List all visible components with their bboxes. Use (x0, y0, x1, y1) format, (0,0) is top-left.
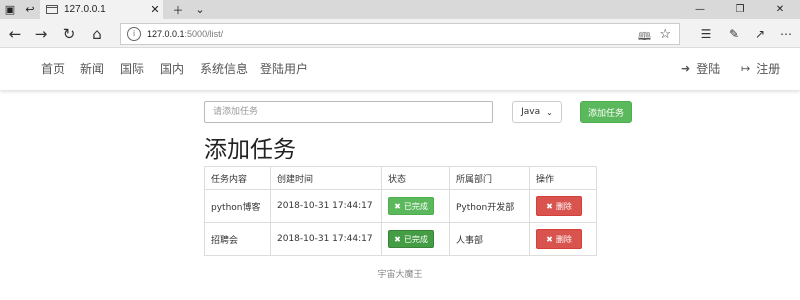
site-info-icon[interactable]: i (127, 27, 141, 41)
nav-home[interactable]: 首页 (41, 60, 65, 77)
table-row: python博客 2018-10-31 17:44:17 ✖ 已完成 Pytho… (204, 189, 597, 223)
cell-content: 招聘会 (204, 222, 271, 256)
set-aside-tabs-icon[interactable]: ↩ (20, 0, 40, 19)
cell-content: python博客 (204, 189, 271, 223)
page-favicon-icon (46, 5, 58, 14)
footer-text: 宇宙大魔王 (377, 270, 423, 280)
cell-created: 2018-10-31 17:44:17 (270, 189, 382, 223)
tab-preview-icon[interactable]: ▣ (0, 0, 20, 19)
col-header-action: 操作 (529, 166, 597, 190)
department-selected-value: Java (521, 107, 541, 117)
col-header-dept: 所属部门 (449, 166, 530, 190)
status-done-button[interactable]: ✖ 已完成 (388, 230, 434, 248)
favorite-star-icon[interactable]: ☆ (659, 26, 671, 42)
window-close-icon[interactable]: ✕ (760, 0, 800, 19)
cell-status: ✖ 已完成 (381, 222, 450, 256)
register-label: 注册 (756, 62, 781, 76)
x-icon: ✖ (394, 201, 401, 211)
nav-news[interactable]: 新闻 (80, 60, 104, 77)
favorites-hub-icon[interactable]: ☰ (696, 24, 716, 44)
task-input[interactable]: 请添加任务 (204, 101, 493, 123)
login-label: 登陆 (696, 62, 721, 76)
table-row: 招聘会 2018-10-31 17:44:17 ✖ 已完成 人事部 ✖ 删除 (204, 222, 597, 256)
tab-list-chevron-icon[interactable]: ⌄ (190, 0, 210, 19)
chevron-down-icon: ⌄ (546, 107, 553, 117)
url-path: :5000/list/ (184, 29, 224, 39)
x-icon: ✖ (546, 201, 553, 211)
restore-icon[interactable]: ❐ (720, 0, 760, 19)
delete-label: 删除 (555, 234, 572, 244)
x-icon: ✖ (546, 234, 553, 244)
tab-close-icon[interactable]: ✕ (147, 3, 163, 16)
cell-dept: 人事部 (449, 222, 530, 256)
reading-view-icon[interactable]: 🕮 (638, 28, 651, 47)
col-header-status: 状态 (381, 166, 450, 190)
delete-label: 删除 (555, 201, 572, 211)
col-header-content: 任务内容 (204, 166, 271, 190)
cell-action: ✖ 删除 (529, 222, 597, 256)
browser-tab[interactable]: 127.0.0.1 ✕ (40, 0, 163, 19)
status-done-button[interactable]: ✖ 已完成 (388, 197, 434, 215)
new-tab-icon[interactable]: ＋ (168, 0, 188, 19)
nav-system-info[interactable]: 系统信息 (200, 60, 248, 77)
browser-tab-strip: ▣ ↩ 127.0.0.1 ✕ ＋ ⌄ — ❐ ✕ (0, 0, 800, 19)
home-icon[interactable]: ⌂ (86, 23, 108, 45)
nav-logged-users[interactable]: 登陆用户 (260, 60, 308, 77)
department-select[interactable]: Java ⌄ (512, 101, 562, 123)
register-link[interactable]: ↦ 注册 (741, 60, 780, 77)
task-table: 任务内容 创建时间 状态 所属部门 操作 python博客 2018-10-31… (204, 166, 597, 256)
web-note-icon[interactable]: ✎ (724, 24, 744, 44)
add-task-button[interactable]: 添加任务 (580, 101, 632, 123)
col-header-created: 创建时间 (270, 166, 382, 190)
minimize-icon[interactable]: — (680, 0, 720, 19)
login-icon: ➜ (681, 62, 691, 75)
nav-domestic[interactable]: 国内 (160, 60, 184, 77)
back-icon[interactable]: ← (4, 23, 26, 45)
page-title: 添加任务 (204, 137, 296, 163)
delete-button[interactable]: ✖ 删除 (536, 229, 582, 249)
delete-button[interactable]: ✖ 删除 (536, 196, 582, 216)
table-header-row: 任务内容 创建时间 状态 所属部门 操作 (204, 166, 597, 190)
nav-international[interactable]: 国际 (120, 60, 144, 77)
cell-action: ✖ 删除 (529, 189, 597, 223)
cell-dept: Python开发部 (449, 189, 530, 223)
status-label: 已完成 (403, 201, 428, 211)
cell-status: ✖ 已完成 (381, 189, 450, 223)
address-toolbar: ← → ↻ ⌂ i 127.0.0.1:5000/list/ 🕮 ☆ ☰ ✎ ↗… (0, 19, 800, 48)
address-bar[interactable]: i 127.0.0.1:5000/list/ 🕮 ☆ (120, 23, 680, 45)
tab-title: 127.0.0.1 (64, 4, 106, 15)
forward-icon[interactable]: → (30, 23, 52, 45)
status-label: 已完成 (403, 234, 428, 244)
share-icon[interactable]: ↗ (750, 24, 770, 44)
more-menu-icon[interactable]: ⋯ (776, 24, 796, 44)
x-icon: ✖ (394, 234, 401, 244)
cell-created: 2018-10-31 17:44:17 (270, 222, 382, 256)
site-navbar: 首页 新闻 国际 国内 系统信息 登陆用户 ➜ 登陆 ↦ 注册 (0, 48, 800, 90)
url-host: 127.0.0.1 (147, 29, 185, 39)
refresh-icon[interactable]: ↻ (58, 23, 80, 45)
login-link[interactable]: ➜ 登陆 (681, 60, 720, 77)
register-icon: ↦ (741, 62, 751, 75)
